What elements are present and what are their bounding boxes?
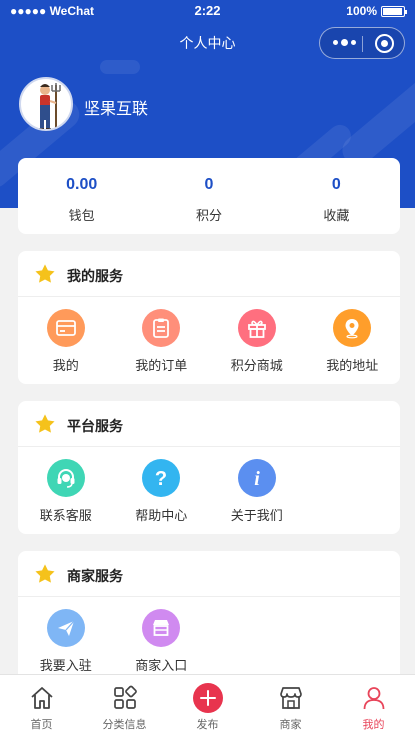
home-icon: [30, 687, 53, 709]
stat-value: 0.00: [66, 176, 98, 193]
merchant-services-card: 商家服务 我要入驻 商家入口: [18, 551, 400, 691]
service-label: 关于我们: [230, 508, 283, 523]
tab-label: 商家: [279, 719, 302, 731]
stats-card: 0.00 钱包 0 积分 0 收藏: [18, 158, 400, 234]
tab-mine[interactable]: 我的: [332, 675, 415, 739]
platform-services-card: 平台服务 联系客服 ? 帮助中心 i 关于我们: [18, 401, 400, 534]
service-label: 联系客服: [39, 508, 92, 523]
stat-wallet[interactable]: 0.00 钱包: [18, 158, 145, 234]
tab-label: 发布: [196, 719, 219, 731]
tab-bar: 首页 分类信息 发布 商家 我的: [0, 674, 415, 739]
service-label: 帮助中心: [135, 508, 188, 523]
star-icon: [35, 264, 55, 283]
stat-label: 钱包: [68, 208, 95, 223]
avatar[interactable]: [19, 77, 73, 131]
service-label: 我的订单: [135, 358, 188, 373]
service-help-center[interactable]: ? 帮助中心: [114, 459, 210, 524]
tab-label: 分类信息: [102, 719, 147, 731]
mini-program-capsule: [319, 27, 405, 59]
service-label: 我的地址: [326, 358, 379, 373]
service-label: 商家入口: [135, 658, 188, 673]
star-icon: [35, 564, 55, 583]
svg-text:?: ?: [155, 468, 167, 489]
more-icon[interactable]: [333, 39, 356, 46]
plus-icon: [192, 683, 223, 713]
service-label: 积分商城: [230, 358, 283, 373]
gift-icon: [237, 309, 276, 347]
shop-icon: [279, 687, 302, 709]
clipboard-icon: [142, 309, 181, 347]
service-label: 我要入驻: [39, 658, 92, 673]
question-icon: ?: [142, 459, 181, 497]
stat-label: 积分: [195, 208, 222, 223]
stat-points[interactable]: 0 积分: [145, 158, 272, 234]
service-label: 我的: [52, 358, 79, 373]
card-icon: [46, 309, 85, 347]
section-header: 我的服务: [18, 251, 400, 297]
user-name: 坚果互联: [84, 101, 149, 118]
user-icon: [363, 687, 384, 710]
info-icon: i: [237, 459, 276, 497]
section-title: 商家服务: [67, 568, 123, 584]
stat-favorites[interactable]: 0 收藏: [273, 158, 400, 234]
service-contact-support[interactable]: 联系客服: [18, 459, 114, 524]
section-header: 商家服务: [18, 551, 400, 597]
service-merchant-entry[interactable]: 商家入口: [114, 609, 210, 674]
section-header: 平台服务: [18, 401, 400, 447]
svg-text:i: i: [254, 468, 260, 489]
service-my-orders[interactable]: 我的订单: [114, 309, 210, 374]
stat-label: 收藏: [323, 208, 350, 223]
service-my-address[interactable]: 我的地址: [305, 309, 401, 374]
tab-merchants[interactable]: 商家: [249, 675, 332, 739]
service-apply-merchant[interactable]: 我要入驻: [18, 609, 114, 674]
tab-home[interactable]: 首页: [0, 675, 83, 739]
service-points-mall[interactable]: 积分商城: [209, 309, 305, 374]
tab-label: 首页: [30, 719, 53, 731]
section-title: 我的服务: [67, 268, 123, 284]
service-about-us[interactable]: i 关于我们: [209, 459, 305, 524]
status-bar: ●●●●● WeChat 2:22 100%: [0, 0, 415, 22]
my-services-card: 我的服务 我的 我的订单 积分商城 我的地址: [18, 251, 400, 384]
service-my[interactable]: 我的: [18, 309, 114, 374]
headset-icon: [46, 459, 85, 497]
battery-icon: [381, 6, 407, 17]
star-icon: [35, 414, 55, 433]
tab-label: 我的: [362, 719, 385, 731]
location-pin-icon: [333, 309, 372, 347]
tab-categories[interactable]: 分类信息: [83, 675, 166, 739]
stat-value: 0: [331, 176, 341, 193]
category-grid-icon: [113, 685, 137, 709]
section-title: 平台服务: [67, 418, 123, 434]
store-icon: [142, 609, 181, 647]
battery-percent: 100%: [346, 4, 377, 18]
close-target-icon[interactable]: [375, 34, 394, 53]
tab-publish[interactable]: 发布: [166, 675, 249, 739]
paper-plane-icon: [46, 609, 85, 647]
stat-value: 0: [204, 176, 214, 193]
